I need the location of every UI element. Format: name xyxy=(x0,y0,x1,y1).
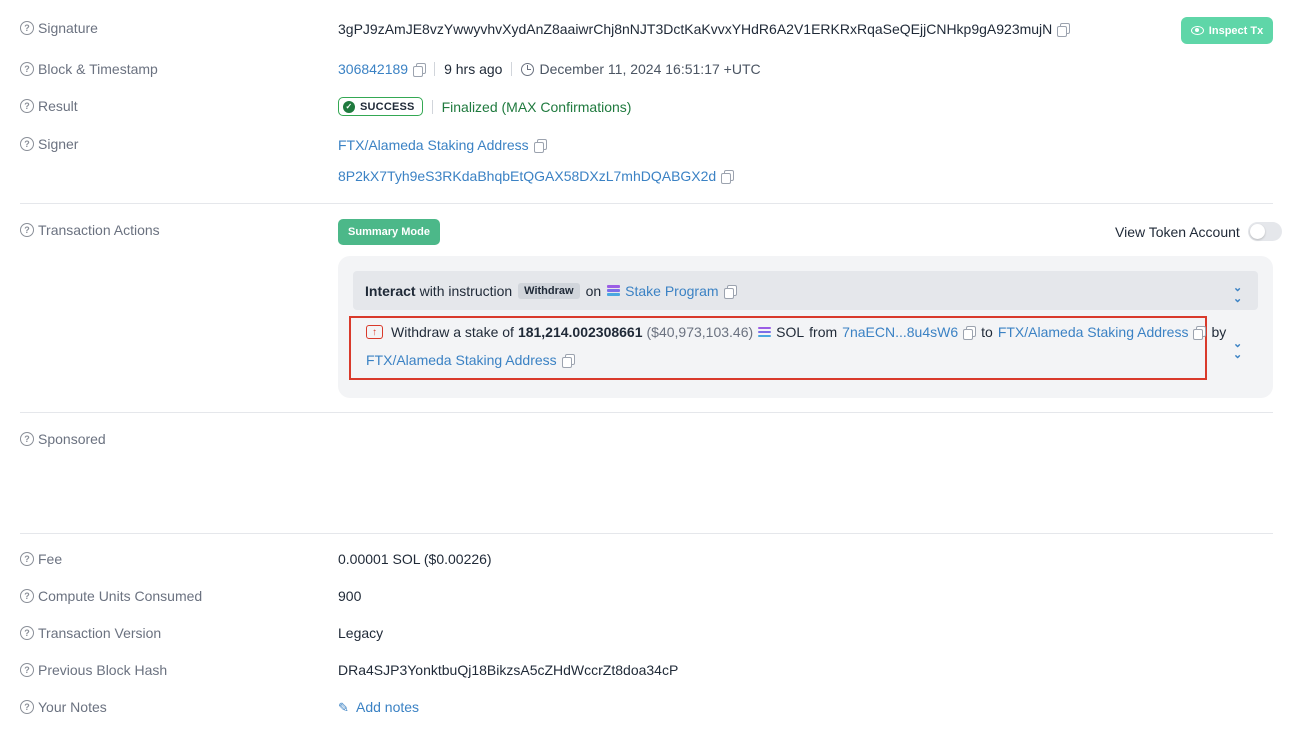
to-address-link[interactable]: FTX/Alameda Staking Address xyxy=(998,324,1189,340)
transaction-actions-label: ? Transaction Actions xyxy=(20,222,160,238)
signer-name-link[interactable]: FTX/Alameda Staking Address xyxy=(338,137,529,153)
help-icon: ? xyxy=(20,21,34,35)
fee-value: 0.00001 SOL ($0.00226) xyxy=(338,551,492,567)
copy-icon[interactable] xyxy=(963,326,977,340)
eye-icon xyxy=(1190,26,1204,35)
fee-label: ? Fee xyxy=(20,551,62,567)
compute-value: 900 xyxy=(338,588,362,604)
copy-icon[interactable] xyxy=(1057,23,1071,37)
help-icon: ? xyxy=(20,552,34,566)
notes-label: ? Your Notes xyxy=(20,699,107,715)
copy-icon[interactable] xyxy=(1193,326,1207,340)
view-token-account: View Token Account xyxy=(1115,222,1282,241)
section-divider xyxy=(20,533,1273,534)
signature-hash: 3gPJ9zAmJE8vzYwwyvhvXydAnZ8aaiwrChj8nNJT… xyxy=(338,21,1053,37)
section-divider xyxy=(20,203,1273,204)
divider xyxy=(434,62,436,76)
stake-program-link[interactable]: Stake Program xyxy=(625,283,718,299)
finalized-text: Finalized (MAX Confirmations) xyxy=(441,98,632,115)
copy-icon[interactable] xyxy=(413,63,427,77)
upload-icon: ↑ xyxy=(366,325,383,339)
prev-hash-value: DRa4SJP3YonktbuQj18BikzsA5cZHdWccrZt8doa… xyxy=(338,662,679,678)
result-label: ? Result xyxy=(20,98,78,114)
prev-hash-label: ? Previous Block Hash xyxy=(20,662,167,678)
pencil-icon: ✎ xyxy=(338,700,349,715)
help-icon: ? xyxy=(20,663,34,677)
result-value-row: ✓ SUCCESS Finalized (MAX Confirmations) xyxy=(338,97,631,116)
help-icon: ? xyxy=(20,432,34,446)
chevron-double-down-icon[interactable]: ⌄ ⌄ xyxy=(1233,283,1242,305)
summary-mode-button[interactable]: Summary Mode xyxy=(338,219,440,245)
copy-icon[interactable] xyxy=(721,170,735,184)
withdraw-usd: ($40,973,103.46) xyxy=(646,324,754,340)
instruction-bar[interactable]: Interact with instruction Withdraw on St… xyxy=(353,271,1258,310)
solana-icon xyxy=(607,285,621,296)
block-age: 9 hrs ago xyxy=(444,61,503,77)
inspect-tx-button[interactable]: Inspect Tx xyxy=(1181,17,1273,44)
signature-value-row: 3gPJ9zAmJE8vzYwwyvhvXydAnZ8aaiwrChj8nNJT… xyxy=(338,21,1071,37)
help-icon: ? xyxy=(20,700,34,714)
block-timestamp: December 11, 2024 16:51:17 +UTC xyxy=(539,61,761,77)
divider xyxy=(431,99,433,114)
withdraw-amount: 181,214.002308661 xyxy=(517,324,643,340)
block-number-link[interactable]: 306842189 xyxy=(338,61,408,77)
help-icon: ? xyxy=(20,137,34,151)
signer-name-row: FTX/Alameda Staking Address xyxy=(338,137,547,153)
help-icon: ? xyxy=(20,626,34,640)
copy-icon[interactable] xyxy=(533,139,547,153)
withdraw-line-2: FTX/Alameda Staking Address xyxy=(366,352,575,368)
add-notes-link[interactable]: ✎ Add notes xyxy=(338,699,419,715)
instruction-tag: Withdraw xyxy=(518,282,580,299)
section-divider xyxy=(20,412,1273,413)
view-token-account-toggle[interactable] xyxy=(1247,222,1282,241)
copy-icon[interactable] xyxy=(723,284,737,299)
compute-label: ? Compute Units Consumed xyxy=(20,588,202,604)
signer-address-row: 8P2kX7Tyh9eS3RKdaBhqbEtQGAX58DXzL7mhDQAB… xyxy=(338,168,735,184)
block-value-row: 306842189 9 hrs ago December 11, 2024 16… xyxy=(338,61,761,77)
status-badge: ✓ SUCCESS xyxy=(338,97,423,116)
help-icon: ? xyxy=(20,589,34,603)
divider xyxy=(511,62,513,76)
help-icon: ? xyxy=(20,223,34,237)
signer-address-link[interactable]: 8P2kX7Tyh9eS3RKdaBhqbEtQGAX58DXzL7mhDQAB… xyxy=(338,168,716,184)
signature-label: ? Signature xyxy=(20,20,98,36)
solana-icon xyxy=(758,326,772,338)
help-icon: ? xyxy=(20,62,34,76)
withdraw-line-1: ↑ Withdraw a stake of 181,214.002308661 … xyxy=(366,324,1226,340)
version-value: Legacy xyxy=(338,625,384,641)
help-icon: ? xyxy=(20,99,34,113)
chevron-double-down-icon[interactable]: ⌄ ⌄ xyxy=(1233,339,1242,361)
signer-label: ? Signer xyxy=(20,136,78,152)
copy-icon[interactable] xyxy=(561,354,575,368)
block-label: ? Block & Timestamp xyxy=(20,61,158,77)
check-circle-icon: ✓ xyxy=(343,100,355,113)
sponsored-label: ? Sponsored xyxy=(20,431,106,447)
version-label: ? Transaction Version xyxy=(20,625,161,641)
from-address-link[interactable]: 7naECN...8u4sW6 xyxy=(842,324,958,340)
token-symbol: SOL xyxy=(776,324,805,340)
clock-icon xyxy=(521,62,535,76)
by-address-link[interactable]: FTX/Alameda Staking Address xyxy=(366,352,557,368)
